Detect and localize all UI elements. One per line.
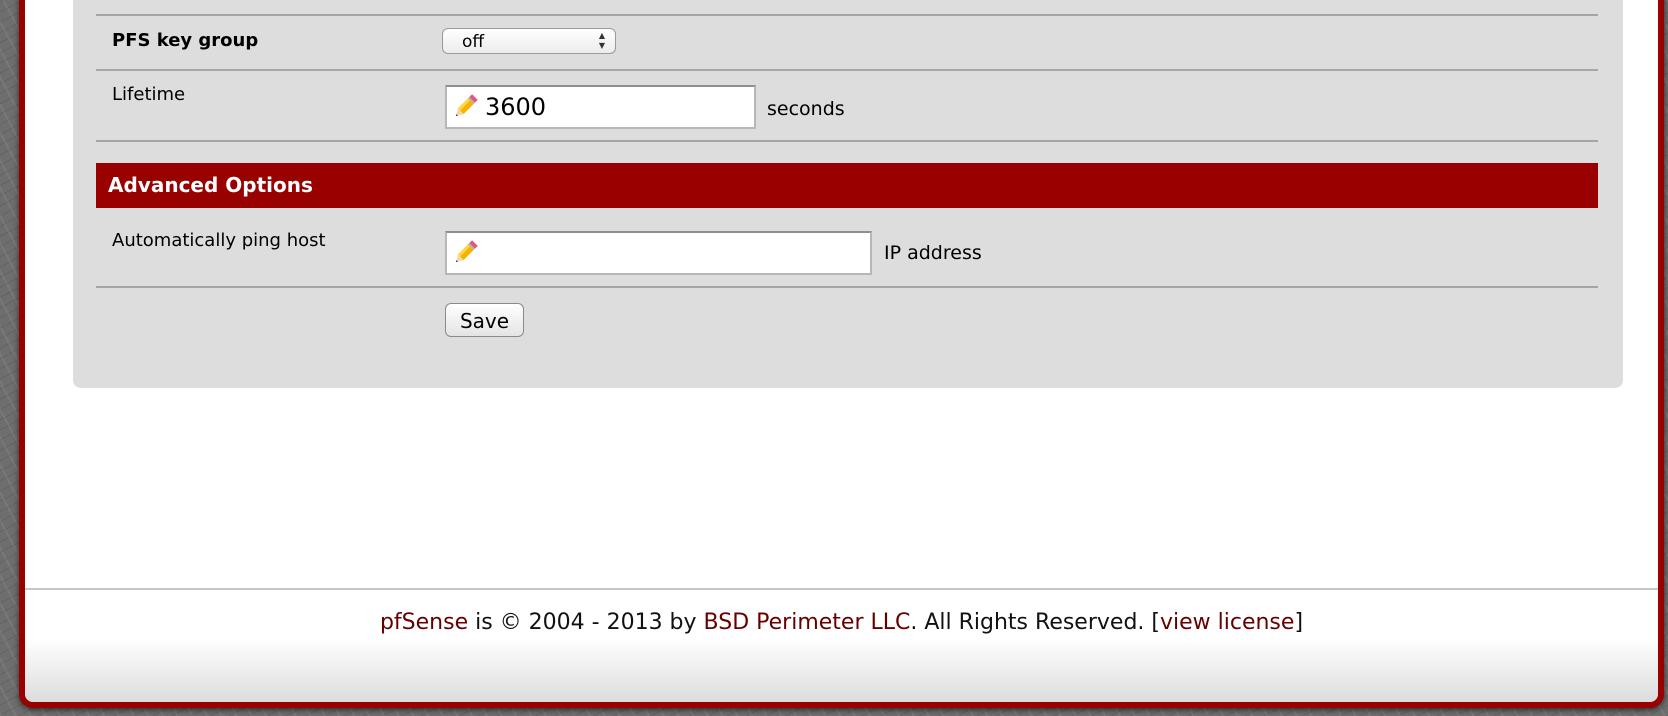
pfs-key-group-label: PFS key group — [112, 30, 259, 51]
page-frame: PFS key group off ▲ ▼ Lifetime 3600 secon… — [19, 0, 1664, 708]
row-divider — [96, 286, 1598, 288]
rights-text: . All Rights Reserved. [ — [910, 610, 1160, 635]
pfs-key-group-value: off — [462, 32, 485, 52]
view-license-link[interactable]: view license — [1160, 610, 1294, 635]
row-divider — [96, 69, 1598, 71]
ping-host-input[interactable] — [445, 231, 872, 275]
lifetime-unit: seconds — [767, 98, 845, 120]
bsd-perimeter-link[interactable]: BSD Perimeter LLC — [704, 610, 911, 635]
lifetime-input[interactable]: 3600 — [445, 85, 756, 129]
pencil-icon — [455, 94, 478, 117]
advanced-options-header: Advanced Options — [96, 163, 1598, 208]
pfs-key-group-select[interactable]: off ▲ ▼ — [442, 28, 616, 54]
footer-copyright: pfSense is © 2004 - 2013 by BSD Perimete… — [25, 610, 1658, 635]
lifetime-label: Lifetime — [112, 84, 186, 105]
row-divider — [96, 140, 1598, 142]
pencil-icon — [455, 240, 478, 263]
save-button[interactable]: Save — [445, 303, 524, 337]
select-arrows-icon: ▲ ▼ — [598, 31, 605, 50]
copyright-text: is © 2004 - 2013 by — [468, 610, 704, 635]
footer: pfSense is © 2004 - 2013 by BSD Perimete… — [25, 588, 1658, 702]
lifetime-value: 3600 — [485, 93, 547, 121]
ping-host-unit: IP address — [884, 242, 982, 264]
pfsense-link[interactable]: pfSense — [380, 610, 468, 635]
close-bracket: ] — [1294, 610, 1304, 635]
ping-host-label: Automatically ping host — [112, 230, 326, 251]
row-divider — [96, 14, 1598, 16]
